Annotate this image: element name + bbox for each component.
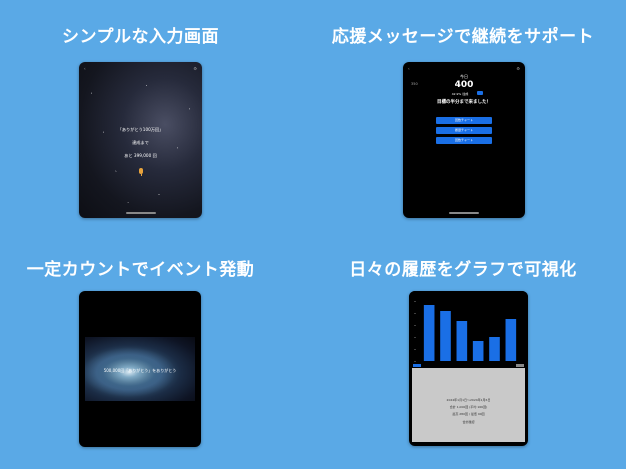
goal-subtitle: 達成まで: [132, 140, 149, 145]
prev-button[interactable]: [413, 364, 421, 367]
settings-icon[interactable]: ⚙: [193, 66, 197, 71]
remaining-count: あと 399,000 回: [124, 153, 157, 158]
y-tick: [414, 361, 416, 362]
count-chart-button-2[interactable]: 回数チャート: [436, 137, 492, 144]
caption-event: 一定カウントでイベント発動: [26, 260, 255, 280]
home-indicator: [449, 212, 479, 214]
caption-simple-input: シンプルな入力画面: [62, 27, 219, 47]
y-tick: [414, 349, 416, 350]
settings-icon[interactable]: ⚙: [516, 66, 520, 71]
history-chart: [409, 291, 528, 367]
y-tick: [414, 301, 416, 302]
chart-bar: [423, 305, 435, 361]
caption-support-message: 応援メッセージで継続をサポート: [331, 27, 595, 47]
next-button[interactable]: [516, 364, 524, 367]
goal-title: 「ありがとう100万回」: [117, 127, 164, 132]
microphone-icon[interactable]: [139, 168, 143, 176]
chart-bar: [489, 337, 500, 361]
tablet-support-screen: ‹ ⚙ 350 今日 400 42.9% 達成 目標の半分まで来ました！ 回数チ…: [403, 62, 525, 218]
tablet-event-screen: 500,000回「ありがとう」をありがとう: [79, 291, 201, 447]
caption-history-graph: 日々の履歴をグラフで可視化: [349, 260, 577, 280]
support-message: 目標の半分まで来ました！: [437, 100, 491, 105]
home-indicator: [125, 212, 156, 214]
y-tick: [414, 325, 416, 326]
tablet-history-screen: 2024年1月1日〜2024年1月6日 合計 1,000回 (平均 166回) …: [409, 291, 528, 446]
status-badge: [477, 91, 483, 95]
y-tick: [414, 337, 416, 338]
y-tick: [414, 313, 416, 314]
back-icon[interactable]: ‹: [408, 66, 410, 71]
chart-bar: [505, 319, 517, 361]
event-message: 500,000回「ありがとう」をありがとう: [103, 368, 177, 373]
chart-bar: [440, 311, 451, 361]
chart-bar: [472, 341, 484, 361]
today-count: 400: [454, 80, 474, 90]
back-icon[interactable]: ‹: [84, 66, 86, 71]
bar-chart: [414, 301, 517, 362]
history-info-panel: 2024年1月1日〜2024年1月6日 合計 1,000回 (平均 166回) …: [412, 368, 525, 442]
percent-achieved: 42.9% 達成: [451, 92, 469, 96]
info-line: 2024年1月1日〜2024年1月6日: [446, 398, 491, 402]
history-chart-button[interactable]: 履歴チャート: [436, 127, 492, 134]
chart-bar: [456, 321, 468, 361]
count-chart-button[interactable]: 回数チャート: [436, 117, 492, 124]
info-line: 合計確認: [462, 420, 475, 424]
info-line: 合計 1,000回 (平均 166回): [449, 405, 488, 409]
tablet-input-screen: ‹ ⚙ 「ありがとう100万回」 達成まで あと 399,000 回: [79, 62, 202, 218]
info-line: 最高 280回 / 最低 90回: [452, 412, 485, 416]
